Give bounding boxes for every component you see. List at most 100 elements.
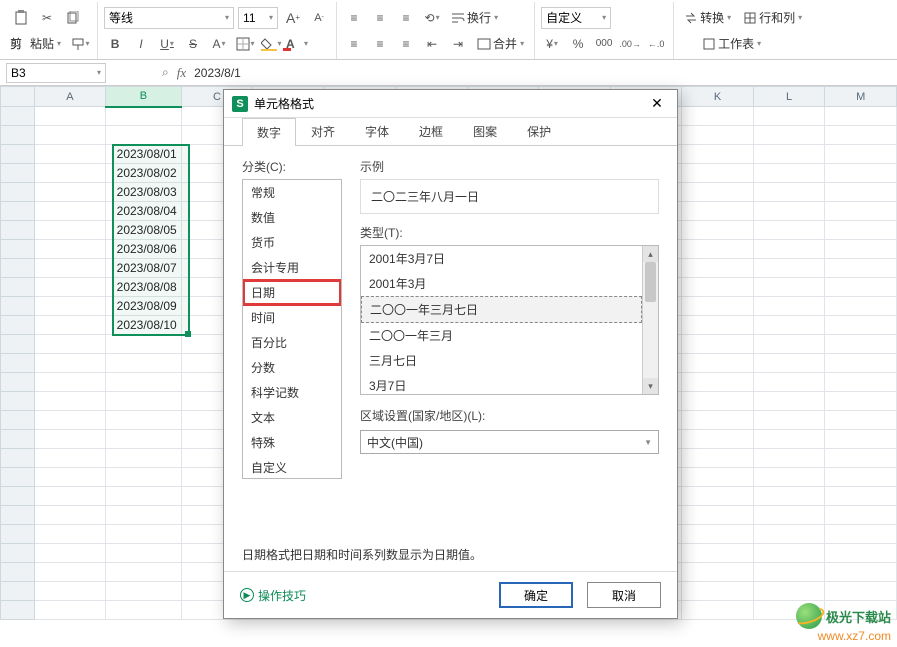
font-name-select[interactable]: 等线▾: [104, 7, 234, 29]
category-item-text[interactable]: 文本: [243, 405, 341, 430]
format-painter-icon[interactable]: ▾: [69, 33, 91, 55]
tab-alignment[interactable]: 对齐: [296, 117, 350, 145]
scroll-down-icon[interactable]: ▾: [643, 378, 658, 394]
select-all-corner[interactable]: [1, 87, 35, 107]
category-item-general[interactable]: 常规: [243, 180, 341, 205]
category-item-fraction[interactable]: 分数: [243, 355, 341, 380]
convert-button[interactable]: 转换▾: [680, 7, 735, 29]
category-list[interactable]: 常规 数值 货币 会计专用 日期 时间 百分比 分数 科学记数 文本 特殊 自定…: [242, 179, 342, 479]
category-item-accounting[interactable]: 会计专用: [243, 255, 341, 280]
tips-link[interactable]: ▶ 操作技巧: [240, 587, 306, 604]
category-item-scientific[interactable]: 科学记数: [243, 380, 341, 405]
row-header[interactable]: [1, 316, 35, 335]
type-item[interactable]: 三月七日: [361, 348, 642, 373]
cell[interactable]: 2023/08/07: [106, 259, 182, 278]
percent-icon[interactable]: %: [567, 33, 589, 55]
cell[interactable]: 2023/08/02: [106, 164, 182, 183]
row-header[interactable]: [1, 297, 35, 316]
row-header[interactable]: [1, 202, 35, 221]
category-item-custom[interactable]: 自定义: [243, 455, 341, 479]
align-right-icon[interactable]: ≡: [395, 33, 417, 55]
row-header[interactable]: [1, 164, 35, 183]
type-scrollbar[interactable]: ▴ ▾: [642, 246, 658, 394]
type-item[interactable]: 二〇〇一年三月: [361, 323, 642, 348]
tab-border[interactable]: 边框: [404, 117, 458, 145]
increase-decimal-icon[interactable]: .00→: [619, 33, 641, 55]
tab-number[interactable]: 数字: [242, 118, 296, 146]
currency-icon[interactable]: ¥▾: [541, 33, 563, 55]
decrease-decimal-icon[interactable]: ←.0: [645, 33, 667, 55]
row-header[interactable]: [1, 221, 35, 240]
borders-button[interactable]: ▾: [234, 33, 256, 55]
cell[interactable]: 2023/08/08: [106, 278, 182, 297]
tab-font[interactable]: 字体: [350, 117, 404, 145]
type-list[interactable]: 2001年3月7日 2001年3月 二〇〇一年三月七日 二〇〇一年三月 三月七日…: [360, 245, 659, 395]
category-item-number[interactable]: 数值: [243, 205, 341, 230]
col-header[interactable]: M: [825, 87, 897, 107]
cut-icon[interactable]: ✂: [36, 7, 58, 29]
copy-icon[interactable]: [62, 7, 84, 29]
fx-icon[interactable]: fx: [177, 65, 186, 81]
increase-font-icon[interactable]: A+: [282, 7, 304, 29]
row-header[interactable]: [1, 259, 35, 278]
row-header[interactable]: [1, 278, 35, 297]
indent-right-icon[interactable]: ⇥: [447, 33, 469, 55]
scroll-thumb[interactable]: [645, 262, 656, 302]
dialog-titlebar[interactable]: S 单元格格式 ✕: [224, 90, 677, 118]
font-color-button[interactable]: A▾: [286, 33, 308, 55]
cell[interactable]: 2023/08/10: [106, 316, 182, 335]
close-button[interactable]: ✕: [645, 94, 669, 114]
zoom-icon[interactable]: ⌕: [162, 65, 169, 80]
ok-button[interactable]: 确定: [499, 582, 573, 608]
col-header[interactable]: K: [682, 87, 754, 107]
col-header[interactable]: A: [34, 87, 106, 107]
col-header[interactable]: L: [753, 87, 825, 107]
category-item-currency[interactable]: 货币: [243, 230, 341, 255]
cancel-button[interactable]: 取消: [587, 582, 661, 608]
align-left-icon[interactable]: ≡: [343, 33, 365, 55]
type-item-selected[interactable]: 二〇〇一年三月七日: [361, 296, 642, 323]
comma-icon[interactable]: 000: [593, 33, 615, 55]
cell[interactable]: 2023/08/04: [106, 202, 182, 221]
align-middle-icon[interactable]: ≡: [369, 7, 391, 29]
merge-button[interactable]: 合并▾: [473, 33, 528, 55]
row-header[interactable]: [1, 240, 35, 259]
tab-protection[interactable]: 保护: [512, 117, 566, 145]
row-header[interactable]: [1, 107, 35, 126]
scroll-up-icon[interactable]: ▴: [643, 246, 658, 262]
indent-left-icon[interactable]: ⇤: [421, 33, 443, 55]
paste-icon[interactable]: [10, 7, 32, 29]
font-size-select[interactable]: 11▾: [238, 7, 278, 29]
align-top-icon[interactable]: ≡: [343, 7, 365, 29]
underline-button[interactable]: U▾: [156, 33, 178, 55]
category-item-percentage[interactable]: 百分比: [243, 330, 341, 355]
name-box[interactable]: B3 ▾: [6, 63, 106, 83]
tab-fill[interactable]: 图案: [458, 117, 512, 145]
locale-select[interactable]: 中文(中国) ▼: [360, 430, 659, 454]
cell[interactable]: 2023/08/06: [106, 240, 182, 259]
row-header[interactable]: [1, 126, 35, 145]
align-bottom-icon[interactable]: ≡: [395, 7, 417, 29]
align-center-icon[interactable]: ≡: [369, 33, 391, 55]
number-format-select[interactable]: 自定义▾: [541, 7, 611, 29]
rowcol-button[interactable]: 行和列▾: [739, 7, 806, 29]
fill-color-button[interactable]: ▾: [260, 33, 282, 55]
cell[interactable]: 2023/08/01: [106, 145, 182, 164]
type-item[interactable]: 3月7日: [361, 373, 642, 394]
italic-button[interactable]: I: [130, 33, 152, 55]
strike-button[interactable]: S: [182, 33, 204, 55]
wrap-text-button[interactable]: 换行▾: [447, 7, 502, 29]
cell[interactable]: 2023/08/03: [106, 183, 182, 202]
row-header[interactable]: [1, 145, 35, 164]
category-item-date[interactable]: 日期: [243, 280, 341, 305]
cell[interactable]: 2023/08/09: [106, 297, 182, 316]
row-header[interactable]: [1, 183, 35, 202]
paste-button[interactable]: 粘贴▾: [26, 33, 65, 55]
col-header[interactable]: B: [106, 87, 182, 107]
cell[interactable]: 2023/08/05: [106, 221, 182, 240]
decrease-font-icon[interactable]: A-: [308, 7, 330, 29]
bold-button[interactable]: B: [104, 33, 126, 55]
category-item-special[interactable]: 特殊: [243, 430, 341, 455]
formula-input[interactable]: 2023/8/1: [186, 66, 897, 80]
font-effect-button[interactable]: A▾: [208, 33, 230, 55]
